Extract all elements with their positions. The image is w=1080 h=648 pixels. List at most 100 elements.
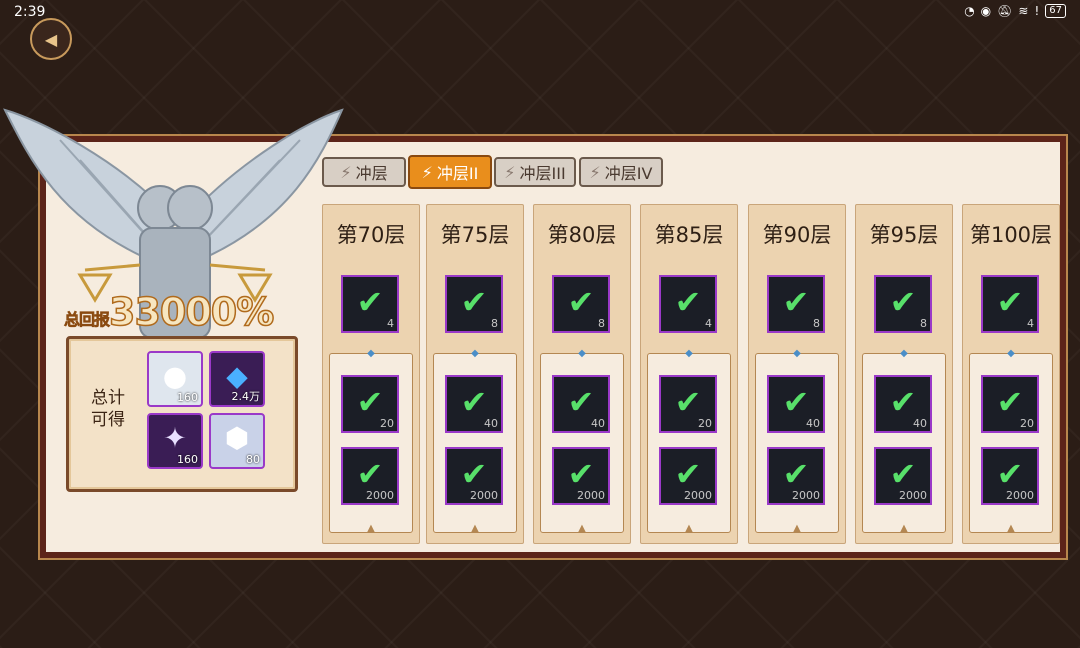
check-icon: ✔ [674,282,702,321]
reward-item-star-shard[interactable]: ✦ 160 [147,413,203,469]
reward-item-blue-crystal[interactable]: ◆ 2.4万 [209,351,265,407]
floor-title: 第100层 [969,223,1053,247]
check-icon: ✔ [996,282,1024,321]
total-rewards-label: 总计 可得 [91,388,125,430]
status-bar: 2:39 ◔ ◉ 🔕︎ ≋ ! 67 [0,0,1080,26]
check-icon: ✔ [674,382,702,421]
reward-slot-top[interactable]: ✔ 8 [552,275,610,333]
reward-slot-middle[interactable]: ✔ 40 [552,375,610,433]
floor-title: 第80层 [547,223,617,247]
check-icon: ✔ [460,454,488,493]
check-icon: ✔ [356,282,384,321]
ornament-icon: ▲ [900,523,908,534]
reward-slot-bottom[interactable]: ✔ 2000 [552,447,610,505]
ornament-icon: ▲ [471,523,479,534]
tab-rush-1[interactable]: ⚡︎ 冲层 [322,157,406,187]
check-icon: ✔ [460,282,488,321]
battery-icon: 67 [1045,4,1066,18]
back-button[interactable]: ◀ [30,18,72,60]
check-icon: ✔ [889,282,917,321]
reward-slot-bottom[interactable]: ✔ 2000 [659,447,717,505]
reward-slot-top[interactable]: ✔ 8 [767,275,825,333]
reward-slot-middle[interactable]: ✔ 20 [659,375,717,433]
reward-slot-bottom[interactable]: ✔ 2000 [445,447,503,505]
floor-title: 第70层 [336,223,406,247]
eye-icon: ◉ [980,4,992,18]
total-rewards-box: 总计 可得 ● 160 ◆ 2.4万 ✦ 160 ⬢ 80 [66,336,298,492]
total-return-prefix: 总回报 [64,310,111,330]
tab-rush-3[interactable]: ⚡︎ 冲层III [494,157,576,187]
diamond-gem-icon: ⬢ [224,421,250,455]
reward-slot-top[interactable]: ✔ 4 [341,275,399,333]
check-icon: ✔ [356,382,384,421]
reward-slot-bottom[interactable]: ✔ 2000 [981,447,1039,505]
check-icon: ✔ [889,382,917,421]
lightning-icon: ⚡︎ [504,162,516,182]
check-icon: ✔ [567,382,595,421]
floor-title: 第90层 [762,223,832,247]
speed-icon: ◔ [964,4,975,18]
check-icon: ✔ [782,382,810,421]
lightning-icon: ⚡︎ [421,162,433,182]
ornament-icon: ▲ [367,523,375,534]
floor-column: 第90层 ◆ ▲ ✔ 8 ✔ 40 ✔ 2000 [748,204,846,544]
check-icon: ✔ [889,454,917,493]
reward-slot-bottom[interactable]: ✔ 2000 [874,447,932,505]
alert-icon: ! [1034,4,1040,18]
gem-ornament-icon: ◆ [900,348,908,359]
reward-slot-top[interactable]: ✔ 8 [874,275,932,333]
lightning-icon: ⚡︎ [589,162,601,182]
star-shard-icon: ✦ [163,421,187,455]
check-icon: ✔ [460,382,488,421]
clock: 2:39 [14,4,46,20]
check-icon: ✔ [674,454,702,493]
reward-slot-middle[interactable]: ✔ 20 [341,375,399,433]
ornament-icon: ▲ [793,523,801,534]
check-icon: ✔ [782,454,810,493]
tab-rush-4[interactable]: ⚡︎ 冲层IV [579,157,663,187]
check-icon: ✔ [356,454,384,493]
floor-column: 第70层 ◆ ▲ ✔ 4 ✔ 20 ✔ 2000 [322,204,420,544]
floor-title: 第85层 [654,223,724,247]
check-icon: ✔ [996,454,1024,493]
reward-slot-bottom[interactable]: ✔ 2000 [767,447,825,505]
mute-bell-icon: 🔕︎ [997,4,1013,18]
total-return-label: 总回报33000% [64,289,275,335]
reward-slot-top[interactable]: ✔ 4 [659,275,717,333]
floor-column: 第100层 ◆ ▲ ✔ 4 ✔ 20 ✔ 2000 [962,204,1060,544]
floor-column: 第95层 ◆ ▲ ✔ 8 ✔ 40 ✔ 2000 [855,204,953,544]
reward-slot-middle[interactable]: ✔ 40 [445,375,503,433]
reward-item-pearl-orb[interactable]: ● 160 [147,351,203,407]
reward-slot-top[interactable]: ✔ 8 [445,275,503,333]
reward-slot-middle[interactable]: ✔ 40 [874,375,932,433]
back-arrow-icon: ◀ [44,29,58,49]
check-icon: ✔ [782,282,810,321]
check-icon: ✔ [567,282,595,321]
lightning-icon: ⚡︎ [340,162,352,182]
floor-title: 第95层 [869,223,939,247]
ornament-icon: ▲ [1007,523,1015,534]
floor-column: 第75层 ◆ ▲ ✔ 8 ✔ 40 ✔ 2000 [426,204,524,544]
floor-column: 第85层 ◆ ▲ ✔ 4 ✔ 20 ✔ 2000 [640,204,738,544]
reward-slot-middle[interactable]: ✔ 20 [981,375,1039,433]
gem-ornament-icon: ◆ [471,348,479,359]
ornament-icon: ▲ [578,523,586,534]
reward-slot-bottom[interactable]: ✔ 2000 [341,447,399,505]
reward-slot-middle[interactable]: ✔ 40 [767,375,825,433]
total-return-value: 33000% [108,289,275,335]
reward-item-diamond-gem[interactable]: ⬢ 80 [209,413,265,469]
floor-column: 第80层 ◆ ▲ ✔ 8 ✔ 40 ✔ 2000 [533,204,631,544]
gem-ornament-icon: ◆ [793,348,801,359]
pearl-orb-icon: ● [162,359,188,393]
check-icon: ✔ [567,454,595,493]
reward-slot-top[interactable]: ✔ 4 [981,275,1039,333]
gem-ornament-icon: ◆ [367,348,375,359]
gem-ornament-icon: ◆ [578,348,586,359]
check-icon: ✔ [996,382,1024,421]
ornament-icon: ▲ [685,523,693,534]
gem-ornament-icon: ◆ [1007,348,1015,359]
tab-rush-2[interactable]: ⚡︎ 冲层II [408,155,492,189]
status-icons: ◔ ◉ 🔕︎ ≋ ! 67 [964,4,1066,18]
gem-ornament-icon: ◆ [685,348,693,359]
floor-title: 第75层 [440,223,510,247]
